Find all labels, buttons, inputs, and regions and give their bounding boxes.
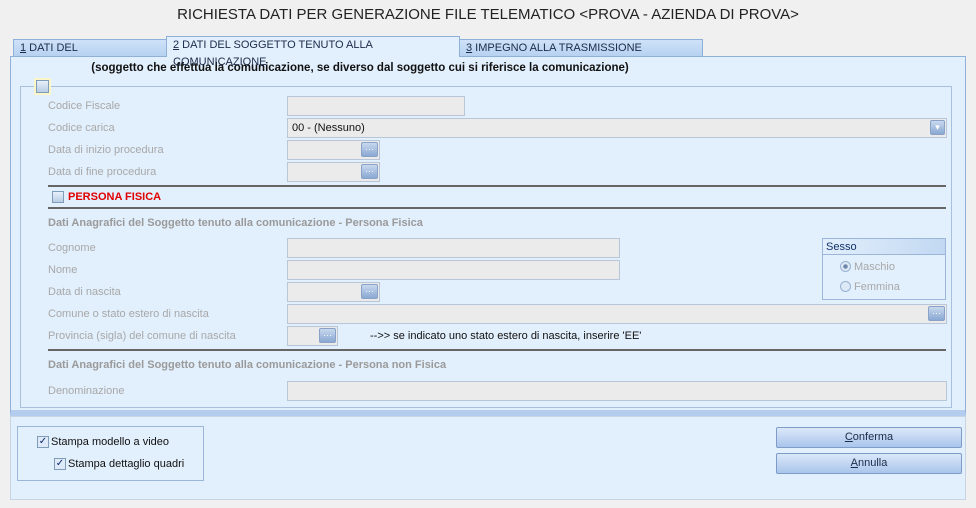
heading-persona-fisica: Dati Anagrafici del Soggetto tenuto alla… [48, 217, 423, 229]
divider [48, 207, 946, 209]
femmina-label: Femmina [854, 281, 900, 293]
codice-fiscale-input[interactable] [287, 96, 465, 116]
nome-label: Nome [48, 264, 78, 276]
date-picker-button[interactable]: ··· [361, 284, 378, 299]
denominazione-input[interactable] [287, 381, 947, 401]
data-nascita-input[interactable]: ··· [287, 282, 380, 302]
date-picker-button[interactable]: ··· [361, 142, 378, 157]
comune-input[interactable]: ··· [287, 304, 947, 324]
lookup-button[interactable]: ··· [319, 328, 336, 343]
comune-label: Comune o stato estero di nascita [48, 308, 209, 320]
radio-femmina[interactable] [840, 281, 851, 292]
lookup-button[interactable]: ··· [928, 306, 945, 321]
radio-maschio[interactable] [840, 261, 851, 272]
button-label: onferma [852, 431, 894, 443]
maschio-label: Maschio [854, 261, 895, 273]
note-text: (soggetto che effettua la comunicazione,… [91, 62, 629, 74]
codice-carica-select[interactable]: 00 - (Nessuno) ▾ [287, 118, 947, 138]
sesso-group: Sesso Maschio Femmina [822, 238, 946, 300]
provincia-hint: -->> se indicato uno stato estero di nas… [370, 330, 642, 342]
data-nascita-label: Data di nascita [48, 286, 121, 298]
accelerator-key: C [844, 431, 853, 443]
denominazione-label: Denominazione [48, 385, 125, 397]
codice-carica-value: 00 - (Nessuno) [292, 122, 365, 134]
annulla-button[interactable]: Annulla [776, 453, 962, 474]
cognome-input[interactable] [287, 238, 620, 258]
tab-dati-soggetto[interactable]: 2 DATI DEL SOGGETTO TENUTO ALLA COMUNICA… [166, 36, 460, 68]
window-title: RICHIESTA DATI PER GENERAZIONE FILE TELE… [177, 6, 799, 23]
stampa-modello-label: Stampa modello a video [51, 436, 170, 448]
codice-carica-label: Codice carica [48, 122, 115, 134]
heading-persona-non-fisica: Dati Anagrafici del Soggetto tenuto alla… [48, 359, 447, 371]
sesso-title: Sesso [823, 239, 945, 255]
button-label: nnulla [857, 457, 888, 469]
divider [48, 185, 946, 187]
persona-fisica-label: PERSONA FISICA [68, 191, 162, 203]
nome-input[interactable] [287, 260, 620, 280]
tab-dati-contribuente[interactable]: 1 DATI DEL CONTRIBUENTE [13, 39, 167, 71]
stampa-dettaglio-label: Stampa dettaglio quadri [68, 458, 185, 470]
cognome-label: Cognome [48, 242, 96, 254]
stampa-modello-checkbox[interactable]: ✓ [37, 436, 49, 448]
data-inizio-input[interactable]: ··· [287, 140, 380, 160]
chevron-down-icon[interactable]: ▾ [930, 120, 945, 135]
provincia-label: Provincia (sigla) del comune di nascita [48, 330, 236, 342]
stampa-dettaglio-checkbox[interactable]: ✓ [54, 458, 66, 470]
enable-soggetto-checkbox[interactable] [34, 78, 51, 95]
print-options-group [17, 426, 204, 481]
data-inizio-label: Data di inizio procedura [48, 144, 164, 156]
date-picker-button[interactable]: ··· [361, 164, 378, 179]
data-fine-input[interactable]: ··· [287, 162, 380, 182]
divider [48, 349, 946, 351]
persona-fisica-checkbox[interactable] [52, 191, 64, 203]
codice-fiscale-label: Codice Fiscale [48, 100, 121, 112]
tab-impegno-trasmissione[interactable]: 3 IMPEGNO ALLA TRASMISSIONE TELEMATICA [459, 39, 703, 71]
accelerator-key: A [850, 457, 858, 469]
provincia-input[interactable]: ··· [287, 326, 338, 346]
data-fine-label: Data di fine procedura [48, 166, 157, 178]
conferma-button[interactable]: Conferma [776, 427, 962, 448]
